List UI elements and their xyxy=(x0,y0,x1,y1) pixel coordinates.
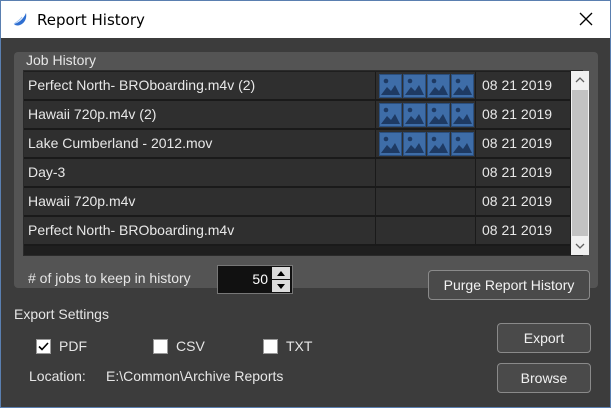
caret-up-icon xyxy=(277,270,285,276)
csv-checkbox[interactable] xyxy=(153,338,168,354)
table-row[interactable]: Perfect North- BROboarding.m4v 08 21 2019 xyxy=(24,217,570,246)
job-name-cell: Perfect North- BROboarding.m4v xyxy=(24,217,376,244)
image-thumbnail-icon xyxy=(403,74,426,98)
image-thumbnail-icon xyxy=(379,103,402,127)
pdf-checkbox[interactable] xyxy=(36,338,51,354)
thumbnail-cell xyxy=(377,217,476,244)
image-thumbnail-icon xyxy=(427,74,450,98)
job-date-cell: 08 21 2019 xyxy=(482,193,553,209)
location-path: E:\Common\Archive Reports xyxy=(106,368,284,384)
thumbnail-cell xyxy=(377,188,476,215)
image-thumbnail-icon xyxy=(403,132,426,156)
pdf-option[interactable]: PDF xyxy=(36,338,87,354)
chevron-up-icon xyxy=(575,77,585,83)
job-date-cell: 08 21 2019 xyxy=(482,222,553,238)
thumbnail-cell xyxy=(377,130,476,157)
csv-label: CSV xyxy=(176,338,205,354)
table-row[interactable]: Lake Cumberland - 2012.mov 08 21 2019 xyxy=(24,130,570,159)
image-thumbnail-icon xyxy=(451,103,474,127)
stepper-up-button[interactable] xyxy=(272,267,290,279)
thumbnail-cell xyxy=(377,101,476,128)
image-thumbnail-icon xyxy=(379,74,402,98)
export-settings-label: Export Settings xyxy=(14,306,109,322)
job-name-cell: Day-3 xyxy=(24,159,376,186)
location-label: Location: xyxy=(29,368,86,384)
keep-history-label: # of jobs to keep in history xyxy=(28,270,191,286)
scroll-up-button[interactable] xyxy=(571,71,589,89)
close-button[interactable] xyxy=(574,7,598,31)
txt-option[interactable]: TXT xyxy=(263,338,312,354)
keep-history-value[interactable]: 50 xyxy=(252,271,268,287)
vertical-scrollbar[interactable] xyxy=(571,71,589,255)
job-history-table: Perfect North- BROboarding.m4v (2) 08 21 … xyxy=(23,70,589,256)
title-bar: Report History xyxy=(1,1,610,38)
csv-option[interactable]: CSV xyxy=(153,338,205,354)
txt-checkbox[interactable] xyxy=(263,338,278,354)
browse-button[interactable]: Browse xyxy=(497,363,591,393)
thumbnail-cell xyxy=(377,72,476,99)
job-date-cell: 08 21 2019 xyxy=(482,164,553,180)
image-thumbnail-icon xyxy=(451,132,474,156)
export-button[interactable]: Export xyxy=(497,323,591,353)
checkmark-icon xyxy=(38,341,49,351)
job-name-cell: Perfect North- BROboarding.m4v (2) xyxy=(24,72,376,99)
table-row[interactable]: Hawaii 720p.m4v (2) 08 21 2019 xyxy=(24,101,570,130)
table-row[interactable]: Day-3 08 21 2019 xyxy=(24,159,570,188)
job-date-cell: 08 21 2019 xyxy=(482,135,553,151)
txt-label: TXT xyxy=(286,338,313,354)
table-row[interactable]: Hawaii 720p.m4v 08 21 2019 xyxy=(24,188,570,217)
scroll-thumb[interactable] xyxy=(572,90,588,236)
job-history-title: Job History xyxy=(26,52,97,68)
keep-history-stepper[interactable]: 50 xyxy=(217,265,293,294)
table-row[interactable]: Perfect North- BROboarding.m4v (2) 08 21 … xyxy=(24,72,570,101)
scroll-down-button[interactable] xyxy=(571,237,589,255)
caret-down-icon xyxy=(277,283,285,289)
job-date-cell: 08 21 2019 xyxy=(482,77,553,93)
pdf-label: PDF xyxy=(59,338,87,354)
job-history-group: Job History Perfect North- BROboarding.m… xyxy=(14,52,598,300)
purge-report-history-button[interactable]: Purge Report History xyxy=(428,270,590,300)
job-name-cell: Hawaii 720p.m4v (2) xyxy=(24,101,376,128)
job-date-cell: 08 21 2019 xyxy=(482,106,553,122)
dialog-content: Job History Perfect North- BROboarding.m… xyxy=(1,38,610,407)
window-title: Report History xyxy=(37,11,145,29)
chevron-down-icon xyxy=(575,243,585,249)
job-name-cell: Hawaii 720p.m4v xyxy=(24,188,376,215)
app-logo-icon xyxy=(13,13,27,26)
image-thumbnail-icon xyxy=(403,103,426,127)
report-history-window: Report History Job History Perfect North… xyxy=(0,0,611,408)
image-thumbnail-icon xyxy=(451,74,474,98)
stepper-down-button[interactable] xyxy=(272,280,290,292)
image-thumbnail-icon xyxy=(427,103,450,127)
image-thumbnail-icon xyxy=(379,132,402,156)
close-icon xyxy=(579,12,593,26)
image-thumbnail-icon xyxy=(427,132,450,156)
job-name-cell: Lake Cumberland - 2012.mov xyxy=(24,130,376,157)
thumbnail-cell xyxy=(377,159,476,186)
